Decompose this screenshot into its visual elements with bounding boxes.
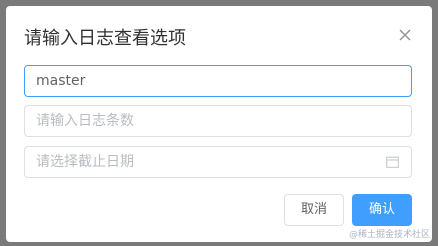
- calendar-icon[interactable]: [386, 156, 399, 168]
- confirm-button[interactable]: 确认: [352, 194, 412, 226]
- branch-input-wrapper: [24, 65, 412, 97]
- log-count-input[interactable]: [36, 106, 411, 136]
- branch-input[interactable]: [36, 66, 411, 96]
- dialog-title: 请输入日志查看选项: [24, 28, 186, 49]
- watermark-text: @稀土掘金技术社区: [348, 230, 430, 240]
- end-date-input[interactable]: [36, 147, 411, 177]
- date-picker[interactable]: [24, 146, 412, 178]
- cancel-button[interactable]: 取消: [284, 194, 344, 226]
- close-icon[interactable]: [398, 28, 412, 42]
- count-input-wrapper: [24, 105, 412, 137]
- log-options-dialog: 请输入日志查看选项 取消 确认: [6, 6, 432, 242]
